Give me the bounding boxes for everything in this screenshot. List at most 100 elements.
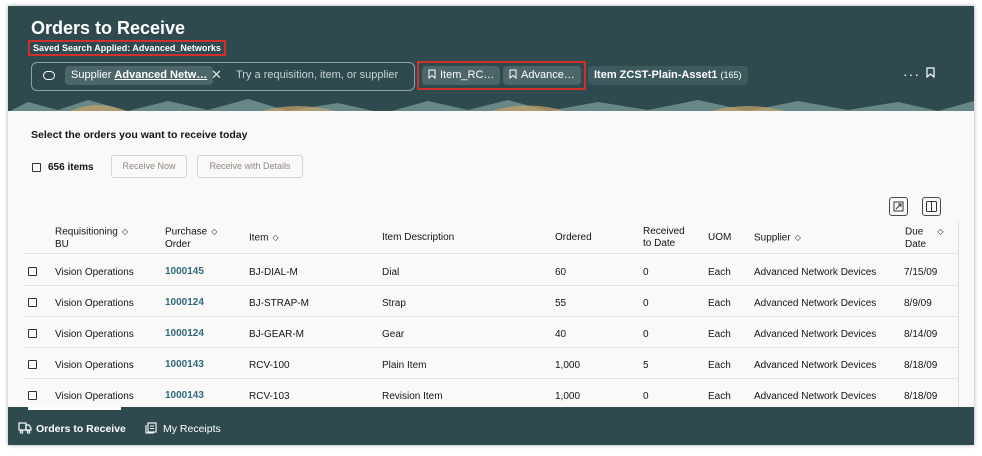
row-divider <box>23 285 958 286</box>
tab-orders-to-receive[interactable]: Orders to Receive <box>36 423 126 435</box>
columns-button[interactable] <box>922 197 941 216</box>
cell-item: BJ-GEAR-M <box>249 329 304 340</box>
column-header-received-to-date: Received to Date <box>643 226 685 249</box>
more-options-icon[interactable]: ··· <box>903 66 920 82</box>
saved-search-label: Saved Search Applied: Advanced_Networks <box>28 40 226 56</box>
app-window: Orders to Receive Saved Search Applied: … <box>8 6 974 445</box>
column-header-due-date[interactable]: Due ◇ Date <box>905 226 944 251</box>
sort-icon[interactable]: ◇ <box>937 226 943 238</box>
cell-ordered: 1,000 <box>555 360 581 371</box>
purchase-order-link[interactable]: 1000124 <box>165 328 204 339</box>
cell-item: BJ-STRAP-M <box>249 298 309 309</box>
bookmark-icon[interactable] <box>926 67 935 78</box>
cell-ordered: 1,000 <box>555 391 581 402</box>
item-filter-chip[interactable]: Item ZCST-Plain-Asset1 (165) <box>588 66 748 85</box>
purchase-order-link[interactable]: 1000143 <box>165 359 204 370</box>
cell-bu: Vision Operations <box>55 360 134 371</box>
row-divider <box>23 378 958 379</box>
remove-filter-icon[interactable]: ✕ <box>211 67 222 83</box>
cell-supplier: Advanced Network Devices <box>754 360 877 371</box>
export-icon <box>893 201 904 212</box>
cell-due-date: 8/18/09 <box>904 391 938 402</box>
search-input[interactable]: Try a requisition, item, or supplier <box>236 69 398 81</box>
cell-bu: Vision Operations <box>55 391 134 402</box>
row-divider <box>23 253 958 254</box>
cell-uom: Each <box>708 298 731 309</box>
sort-icon[interactable]: ◇ <box>795 232 801 244</box>
receive-with-details-button[interactable]: Receive with Details <box>197 155 303 178</box>
chip-value: Advanced Netw… <box>114 69 208 81</box>
supplier-filter-chip[interactable]: Supplier Advanced Netw… <box>65 66 214 85</box>
main-content: Select the orders you want to receive to… <box>8 111 974 416</box>
sort-icon[interactable]: ◇ <box>211 226 217 238</box>
select-all-checkbox[interactable] <box>32 163 41 172</box>
column-header-item-description: Item Description <box>382 232 455 243</box>
highlight-box <box>417 61 586 90</box>
purchase-order-link[interactable]: 1000143 <box>165 390 204 401</box>
cell-due-date: 7/15/09 <box>904 267 938 278</box>
cell-ordered: 55 <box>555 298 567 309</box>
cell-uom: Each <box>708 329 731 340</box>
cell-supplier: Advanced Network Devices <box>754 267 877 278</box>
page-title: Orders to Receive <box>31 18 186 38</box>
row-checkbox[interactable] <box>28 298 37 307</box>
cell-received: 5 <box>643 360 649 371</box>
items-count: 656 items <box>48 162 94 173</box>
cell-received: 0 <box>643 391 649 402</box>
cell-bu: Vision Operations <box>55 267 134 278</box>
row-divider <box>23 347 958 348</box>
row-checkbox[interactable] <box>28 360 37 369</box>
export-button[interactable] <box>889 197 908 216</box>
cell-due-date: 8/18/09 <box>904 360 938 371</box>
cell-bu: Vision Operations <box>55 298 134 309</box>
receipts-icon <box>145 422 157 434</box>
cell-description: Plain Item <box>382 360 427 371</box>
row-divider <box>23 316 958 317</box>
cell-received: 0 <box>643 298 649 309</box>
header-pattern <box>10 99 974 111</box>
column-header-ordered: Ordered <box>555 232 592 243</box>
columns-icon <box>926 201 937 212</box>
cell-uom: Each <box>708 360 731 371</box>
cell-item: RCV-100 <box>249 360 290 371</box>
cell-description: Dial <box>382 267 400 278</box>
cell-uom: Each <box>708 391 731 402</box>
purchase-order-link[interactable]: 1000124 <box>165 297 204 308</box>
tab-my-receipts[interactable]: My Receipts <box>163 423 221 435</box>
column-divider <box>958 221 959 416</box>
sort-icon[interactable]: ◇ <box>272 232 278 244</box>
row-checkbox[interactable] <box>28 329 37 338</box>
search-icon <box>43 71 55 80</box>
receive-now-button[interactable]: Receive Now <box>111 155 187 178</box>
row-checkbox[interactable] <box>28 267 37 276</box>
truck-icon <box>18 422 32 434</box>
cell-supplier: Advanced Network Devices <box>754 298 877 309</box>
cell-received: 0 <box>643 329 649 340</box>
cell-received: 0 <box>643 267 649 278</box>
cell-ordered: 60 <box>555 267 567 278</box>
cell-item: BJ-DIAL-M <box>249 267 298 278</box>
cell-supplier: Advanced Network Devices <box>754 391 877 402</box>
column-header-purchase-order[interactable]: Purchase ◇ Order <box>165 226 217 251</box>
cell-due-date: 8/9/09 <box>904 298 932 309</box>
page-header: Orders to Receive Saved Search Applied: … <box>8 6 974 111</box>
cell-item: RCV-103 <box>249 391 290 402</box>
row-checkbox[interactable] <box>28 391 37 400</box>
cell-description: Revision Item <box>382 391 443 402</box>
cell-due-date: 8/14/09 <box>904 329 938 340</box>
active-tab-indicator <box>28 407 121 410</box>
column-header-requisitioning-bu[interactable]: Requisitioning ◇ BU <box>55 226 128 251</box>
cell-description: Strap <box>382 298 406 309</box>
column-header-supplier[interactable]: Supplier ◇ <box>754 232 801 245</box>
cell-supplier: Advanced Network Devices <box>754 329 877 340</box>
bottom-nav: Orders to Receive My Receipts <box>8 407 974 445</box>
cell-bu: Vision Operations <box>55 329 134 340</box>
sort-icon[interactable]: ◇ <box>122 226 128 238</box>
instruction-text: Select the orders you want to receive to… <box>31 129 248 141</box>
chip-prefix: Supplier <box>71 69 112 81</box>
cell-description: Gear <box>382 329 405 340</box>
cell-ordered: 40 <box>555 329 567 340</box>
cell-uom: Each <box>708 267 731 278</box>
column-header-item[interactable]: Item ◇ <box>249 232 279 245</box>
purchase-order-link[interactable]: 1000145 <box>165 266 204 277</box>
